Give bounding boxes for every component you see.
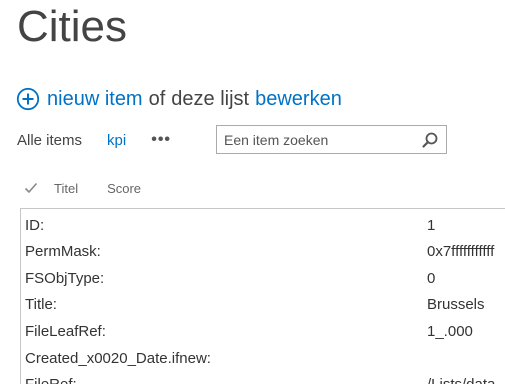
detail-value: 1_.000	[427, 323, 473, 340]
add-circle-icon[interactable]	[16, 87, 40, 111]
detail-key: FileRef:	[25, 376, 77, 384]
detail-key: Title:	[25, 296, 57, 313]
detail-row: ID: 1	[25, 217, 505, 239]
page-title: Cities	[17, 2, 128, 51]
or-text: of	[148, 87, 166, 110]
new-item-link[interactable]: nieuw item	[47, 88, 143, 111]
column-header-title[interactable]: Titel	[54, 181, 78, 196]
detail-value: Brussels	[427, 296, 485, 313]
view-kpi[interactable]: kpi	[107, 132, 126, 149]
detail-key: ID:	[25, 217, 45, 234]
select-all-check-icon[interactable]	[24, 181, 38, 195]
detail-row: FSObjType: 0	[25, 270, 505, 292]
detail-value: 0x7fffffffffff	[427, 243, 495, 260]
item-detail-panel: ID: 1 PermMask: 0x7fffffffffff FSObjType…	[20, 208, 505, 384]
detail-row: PermMask: 0x7fffffffffff	[25, 243, 505, 265]
detail-row: FileRef: /Lists/data	[25, 376, 505, 384]
detail-value: 1	[427, 217, 436, 234]
detail-value: 0	[427, 270, 436, 287]
search-icon[interactable]	[418, 128, 442, 152]
search-input[interactable]	[217, 126, 418, 153]
column-header-score[interactable]: Score	[107, 181, 141, 196]
detail-key: FileLeafRef:	[25, 323, 106, 340]
more-views-button[interactable]: •••	[151, 131, 171, 149]
detail-key: Created_x0020_Date.ifnew:	[25, 350, 211, 367]
detail-row: FileLeafRef: 1_.000	[25, 323, 505, 345]
new-item-bar: nieuw item of deze lijst bewerken	[16, 86, 342, 112]
view-all-items[interactable]: Alle items	[17, 132, 82, 149]
detail-key: PermMask:	[25, 243, 101, 260]
search-box	[216, 125, 447, 154]
detail-row: Title: Brussels	[25, 296, 505, 318]
this-list-text: deze lijst	[171, 87, 250, 110]
column-headers: Titel Score	[24, 178, 324, 198]
detail-key: FSObjType:	[25, 270, 105, 287]
detail-row: Created_x0020_Date.ifnew:	[25, 350, 505, 372]
detail-value: /Lists/data	[427, 376, 495, 384]
edit-link[interactable]: bewerken	[255, 88, 342, 111]
